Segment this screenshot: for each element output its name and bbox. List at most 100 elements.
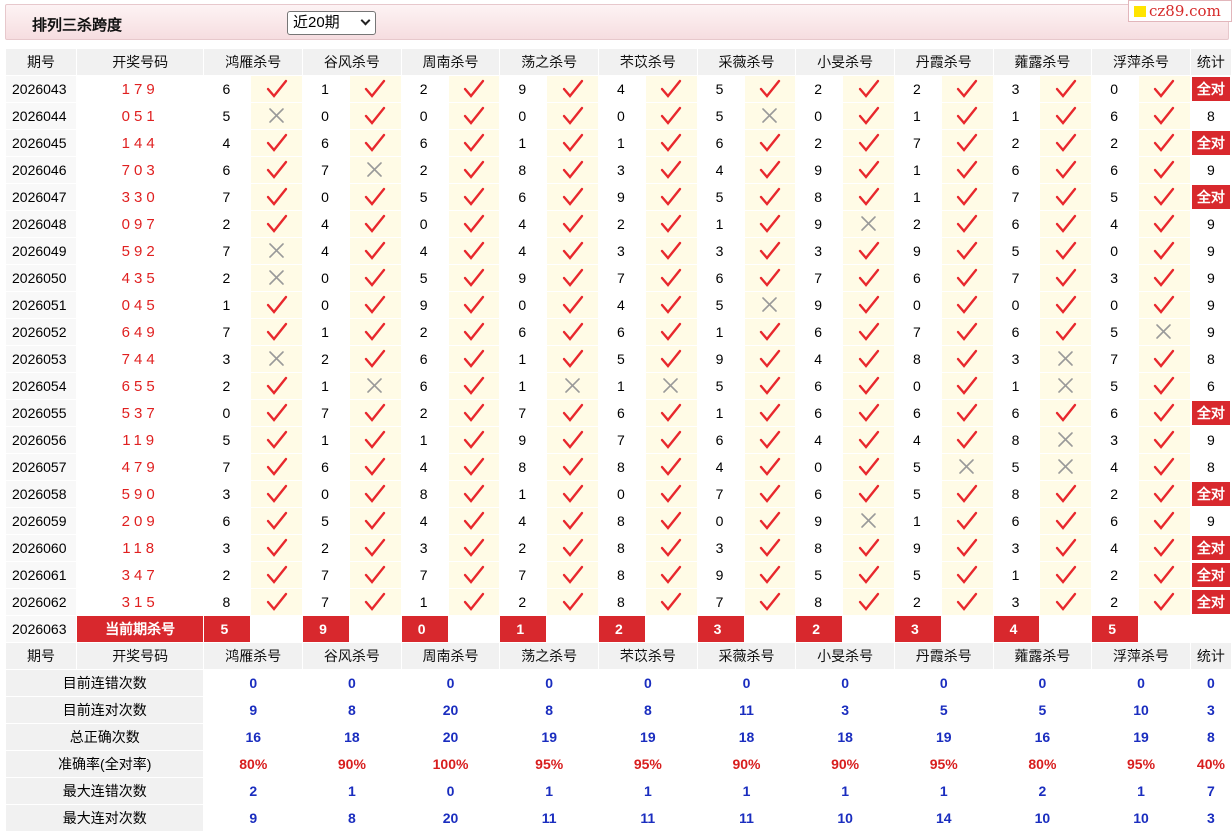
correct-mark-cell (744, 238, 796, 264)
check-icon (759, 457, 781, 476)
check-icon (463, 187, 485, 206)
stat-cell: 全对 (1190, 589, 1231, 615)
kill-number-cell: 5 (697, 103, 744, 129)
correct-mark-cell (547, 427, 599, 453)
kill-number-cell: 3 (993, 76, 1040, 102)
kill-number-cell: 7 (303, 589, 349, 615)
kill-number-cell: 3 (993, 589, 1040, 615)
correct-mark-cell (448, 508, 500, 534)
kill-number-cell: 1 (894, 103, 941, 129)
check-icon (858, 295, 879, 314)
kill-number-cell: 3 (204, 481, 251, 507)
summary-value: 90% (796, 751, 894, 777)
correct-mark-cell (448, 319, 500, 345)
kill-number-cell: 7 (401, 562, 448, 588)
period-select[interactable]: 近20期 (287, 11, 376, 35)
correct-mark-cell (349, 346, 401, 372)
wrong-mark-cell (1139, 319, 1190, 345)
correct-mark-cell (941, 265, 993, 291)
kill-number-cell: 2 (204, 211, 251, 237)
check-icon (562, 484, 583, 503)
correct-mark-cell (349, 103, 401, 129)
kill-number-cell: 1 (599, 130, 645, 156)
correct-mark-cell (448, 346, 500, 372)
table-row: 2026048 097 2 4 0 4 2 1 9 2 6 4 9 (6, 211, 1231, 237)
correct-mark-cell (251, 508, 303, 534)
check-icon (956, 538, 978, 557)
kill-number-cell: 5 (1092, 184, 1139, 210)
kill-number-cell: 4 (500, 238, 547, 264)
correct-mark-cell (1040, 211, 1092, 237)
kill-number-cell: 6 (1092, 508, 1139, 534)
summary-value: 20 (401, 805, 500, 831)
kill-number-cell: 6 (796, 481, 843, 507)
table-row: 2026055 537 0 7 2 7 6 1 6 6 6 6 全对 (6, 400, 1231, 426)
kill-number-cell: 4 (599, 76, 645, 102)
correct-mark-cell (349, 589, 401, 615)
correct-mark-cell (448, 535, 500, 561)
correct-mark-cell (843, 130, 894, 156)
check-icon (1154, 214, 1175, 233)
kill-number-cell: 7 (204, 319, 251, 345)
blank-cell (251, 616, 303, 642)
correct-mark-cell (349, 184, 401, 210)
kill-number-cell: 2 (204, 265, 251, 291)
correct-mark-cell (843, 238, 894, 264)
correct-mark-cell (645, 346, 697, 372)
correct-mark-cell (843, 481, 894, 507)
check-icon (266, 214, 287, 233)
summary-value: 95% (599, 751, 697, 777)
kill-number-cell: 7 (894, 130, 941, 156)
kill-number-cell: 9 (796, 211, 843, 237)
drawn-number-cell: 347 (76, 562, 204, 588)
check-icon (562, 565, 583, 584)
check-icon (562, 538, 583, 557)
check-icon (956, 349, 978, 368)
kill-number-cell: 2 (796, 76, 843, 102)
check-icon (1055, 268, 1077, 287)
col-header-expert: 鸿雁杀号 (204, 643, 303, 669)
table-row: 2026046 703 6 7 2 8 3 4 9 1 6 6 9 (6, 157, 1231, 183)
table-row: 2026059 209 6 5 4 4 8 0 9 1 6 6 9 (6, 508, 1231, 534)
kill-number-cell: 3 (796, 238, 843, 264)
site-logo[interactable]: cz89.com (1128, 0, 1232, 22)
correct-mark-cell (941, 211, 993, 237)
check-icon (956, 295, 978, 314)
kill-number-cell: 4 (796, 346, 843, 372)
correct-mark-cell (941, 130, 993, 156)
correct-mark-cell (251, 130, 303, 156)
kill-number-cell: 6 (303, 130, 349, 156)
check-icon (266, 538, 287, 557)
summary-label: 总正确次数 (6, 724, 204, 750)
kill-number-cell: 7 (1092, 346, 1139, 372)
kill-number-cell: 6 (697, 130, 744, 156)
kill-number-cell: 7 (204, 454, 251, 480)
page-title: 排列三杀跨度 (32, 17, 123, 34)
check-icon (266, 484, 287, 503)
blank-cell (547, 616, 599, 642)
kill-number-cell: 6 (204, 508, 251, 534)
check-icon (1154, 538, 1175, 557)
summary-value: 11 (697, 697, 796, 723)
summary-value: 16 (993, 724, 1092, 750)
kill-number-cell: 1 (993, 562, 1040, 588)
kill-number-cell: 0 (993, 292, 1040, 318)
correct-mark-cell (645, 589, 697, 615)
period-cell: 2026062 (6, 589, 76, 615)
table-header-row: 期号 开奖号码 鸿雁杀号 谷风杀号 周南杀号 荡之杀号 芣苡杀号 采薇杀号 小旻杀号 丹霞杀号 蕹露… (6, 49, 1231, 75)
check-icon (1055, 214, 1077, 233)
kill-number-cell: 4 (401, 238, 448, 264)
table-row: 2026049 592 7 4 4 4 3 3 3 9 5 0 9 (6, 238, 1231, 264)
correct-mark-cell (645, 265, 697, 291)
kill-number-cell: 6 (401, 130, 448, 156)
check-icon (1055, 79, 1077, 98)
stat-cell: 全对 (1190, 535, 1231, 561)
summary-value: 19 (500, 724, 599, 750)
all-correct-badge: 全对 (1191, 590, 1230, 614)
kill-number-cell: 7 (500, 562, 547, 588)
all-correct-badge: 全对 (1191, 401, 1230, 425)
kill-number-cell: 2 (894, 76, 941, 102)
period-select-value: 近20期 (293, 14, 340, 31)
table-row: 2026054 655 2 1 6 1 1 5 6 0 1 5 6 (6, 373, 1231, 399)
summary-row: 总正确次数 16 18 20 19 19 18 18 19 16 19 8 (6, 724, 1231, 750)
